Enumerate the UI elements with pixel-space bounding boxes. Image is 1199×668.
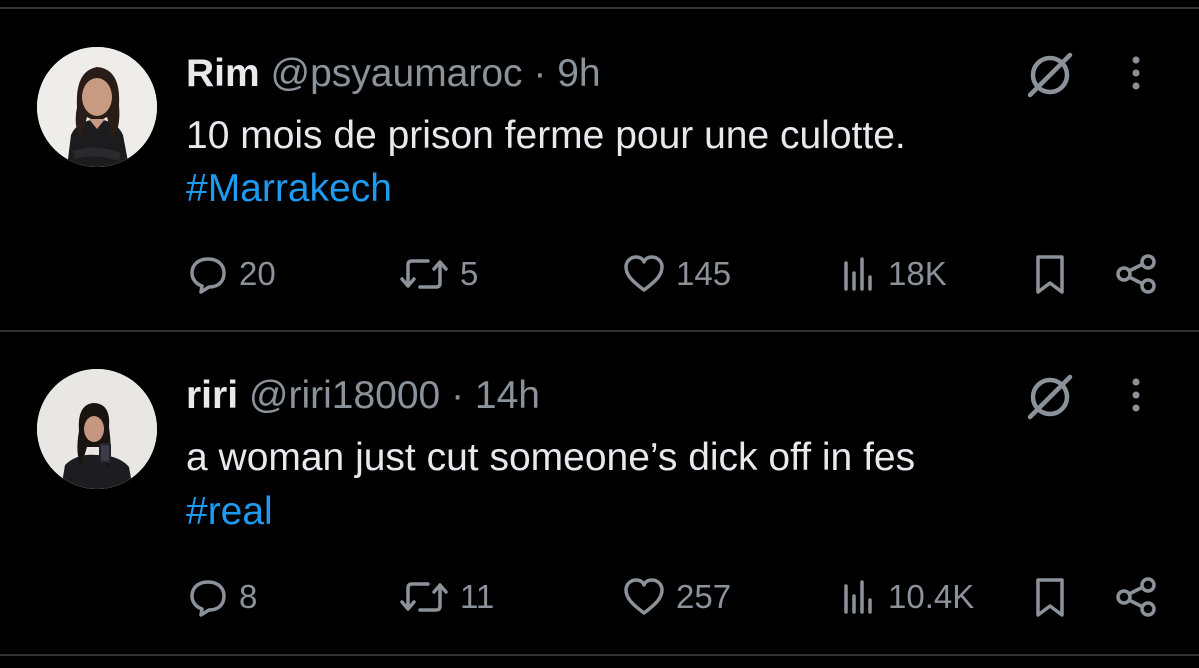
tweet-text: 10 mois de prison ferme pour une culotte… bbox=[186, 114, 906, 157]
display-name[interactable]: Rim bbox=[186, 52, 260, 95]
grok-slash-circle-icon[interactable] bbox=[1022, 46, 1078, 102]
tweet-header: riri @riri18000 · 14h bbox=[186, 374, 540, 418]
like-button[interactable]: 257 bbox=[622, 572, 731, 622]
tweet-header: Rim @psyaumaroc · 9h bbox=[186, 52, 601, 96]
timestamp[interactable]: 9h bbox=[557, 52, 600, 95]
reply-count: 20 bbox=[239, 255, 276, 292]
bookmark-icon bbox=[1036, 578, 1064, 617]
retweet-button[interactable]: 5 bbox=[398, 249, 478, 299]
reply-button[interactable]: 20 bbox=[187, 249, 276, 299]
reply-count: 8 bbox=[239, 578, 258, 615]
bottom-divider bbox=[0, 654, 1199, 656]
bookmark-button[interactable] bbox=[1030, 572, 1070, 622]
bookmark-icon bbox=[1036, 255, 1064, 294]
views-button[interactable]: 10.4K bbox=[838, 572, 974, 622]
vertical-ellipsis-icon[interactable] bbox=[1124, 52, 1148, 96]
share-button[interactable] bbox=[1114, 572, 1160, 622]
retweet-arrows-icon bbox=[400, 259, 448, 289]
views-count: 10.4K bbox=[888, 578, 975, 615]
tweet-actions: 20 5 145 18K bbox=[0, 249, 1199, 299]
retweet-button[interactable]: 11 bbox=[398, 572, 494, 622]
speech-bubble-icon bbox=[190, 257, 226, 294]
like-count: 257 bbox=[676, 578, 732, 615]
share-nodes-icon bbox=[1116, 577, 1156, 617]
tweet-text: a woman just cut someone’s dick off in f… bbox=[186, 436, 916, 479]
like-button[interactable]: 145 bbox=[622, 249, 731, 299]
timestamp[interactable]: 14h bbox=[475, 374, 540, 417]
views-button[interactable]: 18K bbox=[838, 249, 947, 299]
handle[interactable]: @psyaumaroc bbox=[271, 52, 523, 95]
like-count: 145 bbox=[676, 255, 732, 292]
grok-slash-circle-icon[interactable] bbox=[1022, 368, 1078, 424]
share-button[interactable] bbox=[1114, 249, 1160, 299]
separator: · bbox=[451, 374, 465, 417]
bar-chart-icon bbox=[844, 580, 872, 614]
display-name[interactable]: riri bbox=[186, 374, 238, 417]
speech-bubble-icon bbox=[190, 580, 226, 617]
handle[interactable]: @riri18000 bbox=[249, 374, 440, 417]
separator: · bbox=[533, 52, 547, 95]
avatar[interactable] bbox=[37, 47, 157, 167]
share-nodes-icon bbox=[1116, 254, 1156, 294]
vertical-ellipsis-icon[interactable] bbox=[1124, 374, 1148, 418]
avatar[interactable] bbox=[37, 369, 157, 489]
hashtag-link[interactable]: #Marrakech bbox=[186, 161, 392, 217]
tweet[interactable]: Rim @psyaumaroc · 9h 10 mois de prison f… bbox=[0, 0, 1199, 330]
retweet-arrows-icon bbox=[400, 582, 448, 612]
hashtag-link[interactable]: #real bbox=[186, 484, 273, 540]
bar-chart-icon bbox=[844, 257, 872, 291]
tweet-actions: 8 11 257 10.4K bbox=[0, 572, 1199, 622]
retweet-count: 11 bbox=[460, 578, 495, 615]
views-count: 18K bbox=[888, 255, 947, 292]
reply-button[interactable]: 8 bbox=[187, 572, 257, 622]
retweet-count: 5 bbox=[460, 255, 479, 292]
heart-icon bbox=[624, 255, 664, 292]
bookmark-button[interactable] bbox=[1030, 249, 1070, 299]
heart-icon bbox=[624, 578, 664, 615]
tweet[interactable]: riri @riri18000 · 14h a woman just cut s… bbox=[0, 332, 1199, 652]
